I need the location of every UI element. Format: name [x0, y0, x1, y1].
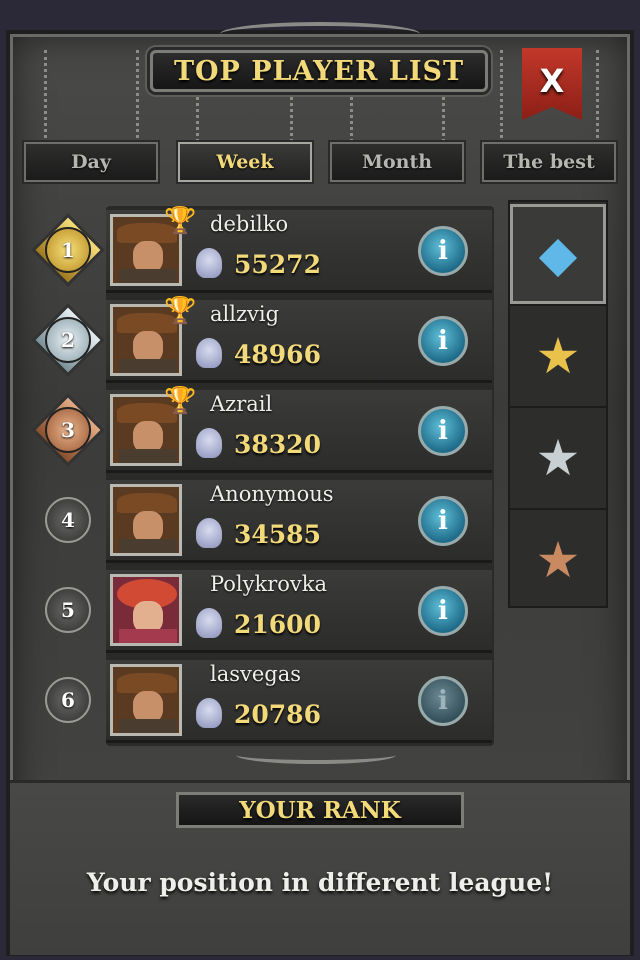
player-row: Polykrovka 21600 i	[106, 570, 492, 653]
player-name: Azrail	[210, 392, 273, 416]
gold-trophy-icon: 🏆	[164, 386, 197, 416]
rank-badge-bronze: 3	[30, 392, 106, 468]
player-score: 48966	[234, 340, 321, 369]
league-silver[interactable]: ★	[510, 408, 606, 510]
league-bronze[interactable]: ★	[510, 510, 606, 610]
list-bottom-ornament	[236, 746, 396, 764]
tab-week[interactable]: Week	[178, 142, 312, 182]
player-name: Anonymous	[210, 482, 334, 506]
tab-month[interactable]: Month	[330, 142, 464, 182]
player-row: lasvegas 20786 i	[106, 660, 492, 743]
player-name: Polykrovka	[210, 572, 328, 596]
info-button[interactable]: i	[418, 406, 468, 456]
rank-badge-silver: 2	[30, 302, 106, 378]
player-avatar[interactable]	[110, 484, 182, 556]
gold-trophy-icon: 🏆	[164, 206, 197, 236]
skull-icon	[196, 338, 222, 368]
tab-the-best[interactable]: The best	[482, 142, 616, 182]
rank-number: 6	[45, 677, 91, 723]
player-score: 20786	[234, 700, 321, 729]
chain-decoration	[290, 92, 299, 142]
tab-day[interactable]: Day	[24, 142, 158, 182]
player-avatar[interactable]	[110, 664, 182, 736]
info-button[interactable]: i	[418, 226, 468, 276]
rank-badge: 5	[30, 572, 106, 648]
page-title: TOP PLAYER LIST	[173, 55, 465, 87]
rank-number: 1	[45, 227, 91, 273]
skull-icon	[196, 428, 222, 458]
chain-decoration	[196, 92, 205, 142]
your-rank-title: YOUR RANK	[239, 796, 401, 824]
skull-icon	[196, 608, 222, 638]
silver-league-icon: ★	[535, 429, 581, 487]
player-score: 38320	[234, 430, 321, 459]
player-name: lasvegas	[210, 662, 302, 686]
skull-icon	[196, 518, 222, 548]
rank-number: 5	[45, 587, 91, 633]
rank-number: 2	[45, 317, 91, 363]
your-rank-plate: YOUR RANK	[176, 792, 464, 828]
rank-badge: 4	[30, 482, 106, 558]
rank-number: 3	[45, 407, 91, 453]
bronze-league-icon: ★	[535, 531, 581, 589]
your-rank-message: Your position in different league!	[86, 868, 554, 897]
diamond-league-icon: ◆	[538, 225, 578, 283]
player-avatar[interactable]	[110, 574, 182, 646]
close-icon: X	[539, 62, 565, 100]
info-button[interactable]: i	[418, 316, 468, 366]
player-score: 55272	[234, 250, 321, 279]
chain-decoration	[596, 50, 605, 150]
info-button[interactable]: i	[418, 586, 468, 636]
skull-icon	[196, 248, 222, 278]
period-tabs: Day Week Month The best	[22, 142, 620, 184]
chain-decoration	[44, 50, 53, 150]
gold-league-icon: ★	[535, 327, 581, 385]
rank-badge-gold: 1	[30, 212, 106, 288]
chain-decoration	[442, 92, 451, 142]
silver-trophy-icon: 🏆	[164, 296, 197, 326]
rank-number: 4	[45, 497, 91, 543]
info-button[interactable]: i	[418, 496, 468, 546]
rank-badge: 6	[30, 662, 106, 738]
player-score: 34585	[234, 520, 321, 549]
league-selector: ◆ ★ ★ ★	[508, 200, 608, 608]
chain-decoration	[500, 50, 509, 150]
chain-decoration	[350, 92, 359, 142]
chain-decoration	[136, 50, 145, 150]
league-diamond[interactable]: ◆	[510, 204, 606, 306]
info-button[interactable]: i	[418, 676, 468, 726]
player-row: 🏆 Azrail 38320 i	[106, 386, 492, 473]
league-gold[interactable]: ★	[510, 306, 606, 408]
title-plate: TOP PLAYER LIST	[150, 50, 488, 92]
player-score: 21600	[234, 610, 321, 639]
player-name: debilko	[210, 212, 289, 236]
player-name: allzvig	[210, 302, 280, 326]
player-row: 🏆 debilko 55272 i	[106, 206, 492, 293]
player-row: Anonymous 34585 i	[106, 480, 492, 563]
skull-icon	[196, 698, 222, 728]
player-row: 🏆 allzvig 48966 i	[106, 296, 492, 383]
top-ornament	[220, 22, 420, 46]
